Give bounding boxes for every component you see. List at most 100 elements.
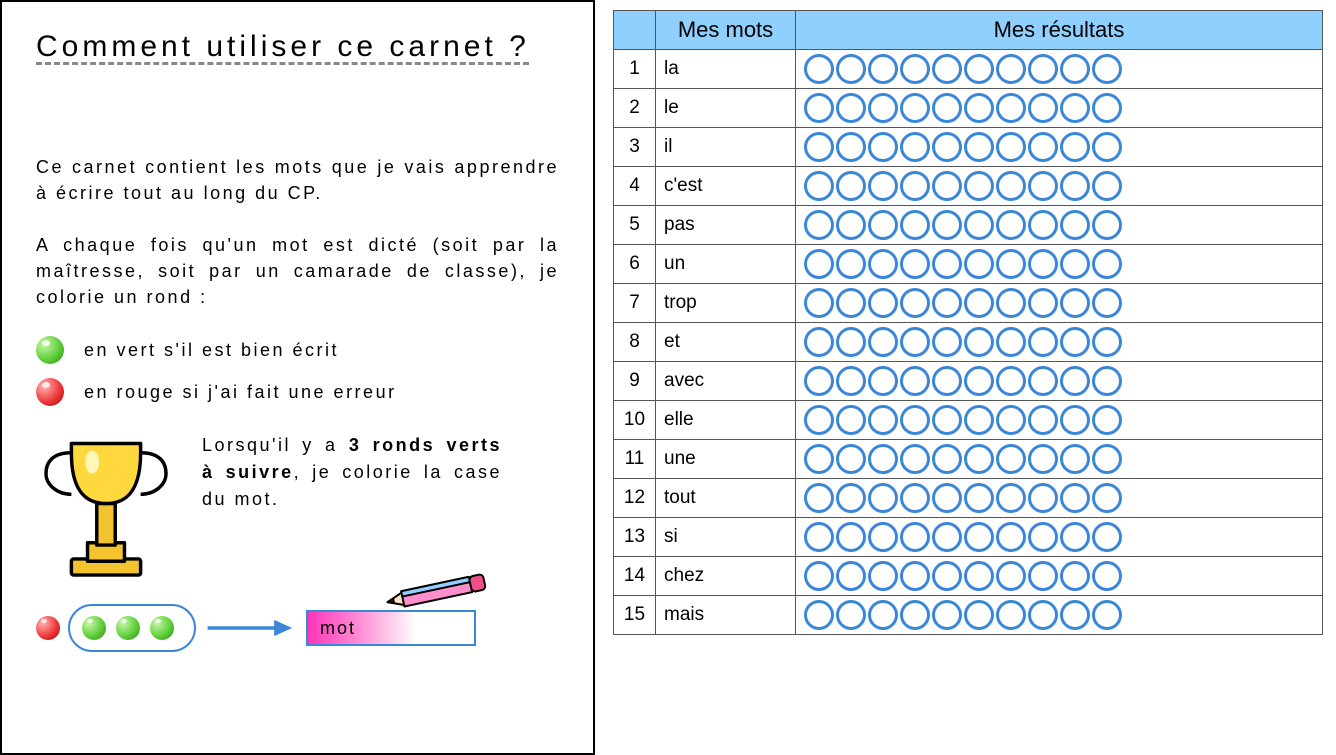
result-circle[interactable] (932, 522, 962, 552)
result-circle[interactable] (1028, 561, 1058, 591)
result-circle[interactable] (1060, 561, 1090, 591)
result-circle[interactable] (804, 54, 834, 84)
result-circle[interactable] (836, 522, 866, 552)
result-circle[interactable] (964, 600, 994, 630)
result-circle[interactable] (996, 327, 1026, 357)
result-circle[interactable] (996, 54, 1026, 84)
result-circle[interactable] (932, 444, 962, 474)
result-circle[interactable] (996, 171, 1026, 201)
result-circle[interactable] (804, 288, 834, 318)
result-circle[interactable] (1060, 405, 1090, 435)
result-circle[interactable] (1060, 132, 1090, 162)
result-circle[interactable] (900, 132, 930, 162)
result-circle[interactable] (804, 600, 834, 630)
result-circle[interactable] (900, 54, 930, 84)
result-circle[interactable] (868, 288, 898, 318)
result-circle[interactable] (1060, 327, 1090, 357)
result-circle[interactable] (964, 93, 994, 123)
result-circle[interactable] (1028, 54, 1058, 84)
result-circle[interactable] (1060, 444, 1090, 474)
result-circle[interactable] (868, 54, 898, 84)
result-circle[interactable] (932, 93, 962, 123)
result-circle[interactable] (1060, 171, 1090, 201)
result-circle[interactable] (1060, 288, 1090, 318)
result-circle[interactable] (1028, 288, 1058, 318)
result-circle[interactable] (1092, 522, 1122, 552)
result-circle[interactable] (996, 522, 1026, 552)
result-circle[interactable] (836, 366, 866, 396)
result-circle[interactable] (1060, 483, 1090, 513)
result-circle[interactable] (964, 366, 994, 396)
result-circle[interactable] (996, 249, 1026, 279)
result-circle[interactable] (1092, 93, 1122, 123)
result-circle[interactable] (804, 444, 834, 474)
result-circle[interactable] (804, 405, 834, 435)
result-circle[interactable] (804, 132, 834, 162)
result-circle[interactable] (1060, 54, 1090, 84)
result-circle[interactable] (900, 288, 930, 318)
result-circle[interactable] (1092, 444, 1122, 474)
result-circle[interactable] (836, 327, 866, 357)
result-circle[interactable] (1092, 288, 1122, 318)
result-circle[interactable] (964, 405, 994, 435)
result-circle[interactable] (932, 288, 962, 318)
result-circle[interactable] (932, 327, 962, 357)
result-circle[interactable] (836, 288, 866, 318)
result-circle[interactable] (1028, 249, 1058, 279)
result-circle[interactable] (836, 132, 866, 162)
result-circle[interactable] (900, 483, 930, 513)
result-circle[interactable] (1092, 249, 1122, 279)
result-circle[interactable] (1060, 366, 1090, 396)
result-circle[interactable] (1060, 522, 1090, 552)
result-circle[interactable] (836, 93, 866, 123)
result-circle[interactable] (900, 327, 930, 357)
result-circle[interactable] (964, 444, 994, 474)
result-circle[interactable] (868, 210, 898, 240)
result-circle[interactable] (836, 171, 866, 201)
result-circle[interactable] (900, 561, 930, 591)
result-circle[interactable] (804, 93, 834, 123)
result-circle[interactable] (868, 327, 898, 357)
result-circle[interactable] (900, 405, 930, 435)
result-circle[interactable] (868, 132, 898, 162)
result-circle[interactable] (1092, 171, 1122, 201)
result-circle[interactable] (964, 561, 994, 591)
result-circle[interactable] (964, 171, 994, 201)
result-circle[interactable] (900, 600, 930, 630)
result-circle[interactable] (868, 249, 898, 279)
result-circle[interactable] (932, 132, 962, 162)
result-circle[interactable] (932, 600, 962, 630)
result-circle[interactable] (1092, 561, 1122, 591)
result-circle[interactable] (1028, 483, 1058, 513)
result-circle[interactable] (964, 522, 994, 552)
result-circle[interactable] (868, 171, 898, 201)
result-circle[interactable] (836, 483, 866, 513)
result-circle[interactable] (964, 249, 994, 279)
result-circle[interactable] (1028, 93, 1058, 123)
result-circle[interactable] (868, 561, 898, 591)
result-circle[interactable] (1028, 327, 1058, 357)
result-circle[interactable] (996, 132, 1026, 162)
result-circle[interactable] (964, 483, 994, 513)
result-circle[interactable] (1092, 327, 1122, 357)
result-circle[interactable] (996, 405, 1026, 435)
result-circle[interactable] (868, 444, 898, 474)
result-circle[interactable] (1028, 132, 1058, 162)
result-circle[interactable] (900, 210, 930, 240)
result-circle[interactable] (932, 483, 962, 513)
result-circle[interactable] (900, 249, 930, 279)
result-circle[interactable] (1092, 132, 1122, 162)
result-circle[interactable] (932, 249, 962, 279)
result-circle[interactable] (900, 171, 930, 201)
result-circle[interactable] (1028, 210, 1058, 240)
result-circle[interactable] (964, 54, 994, 84)
result-circle[interactable] (964, 288, 994, 318)
result-circle[interactable] (932, 210, 962, 240)
result-circle[interactable] (1028, 171, 1058, 201)
result-circle[interactable] (804, 327, 834, 357)
result-circle[interactable] (868, 522, 898, 552)
result-circle[interactable] (1092, 600, 1122, 630)
result-circle[interactable] (932, 54, 962, 84)
result-circle[interactable] (804, 561, 834, 591)
result-circle[interactable] (996, 93, 1026, 123)
